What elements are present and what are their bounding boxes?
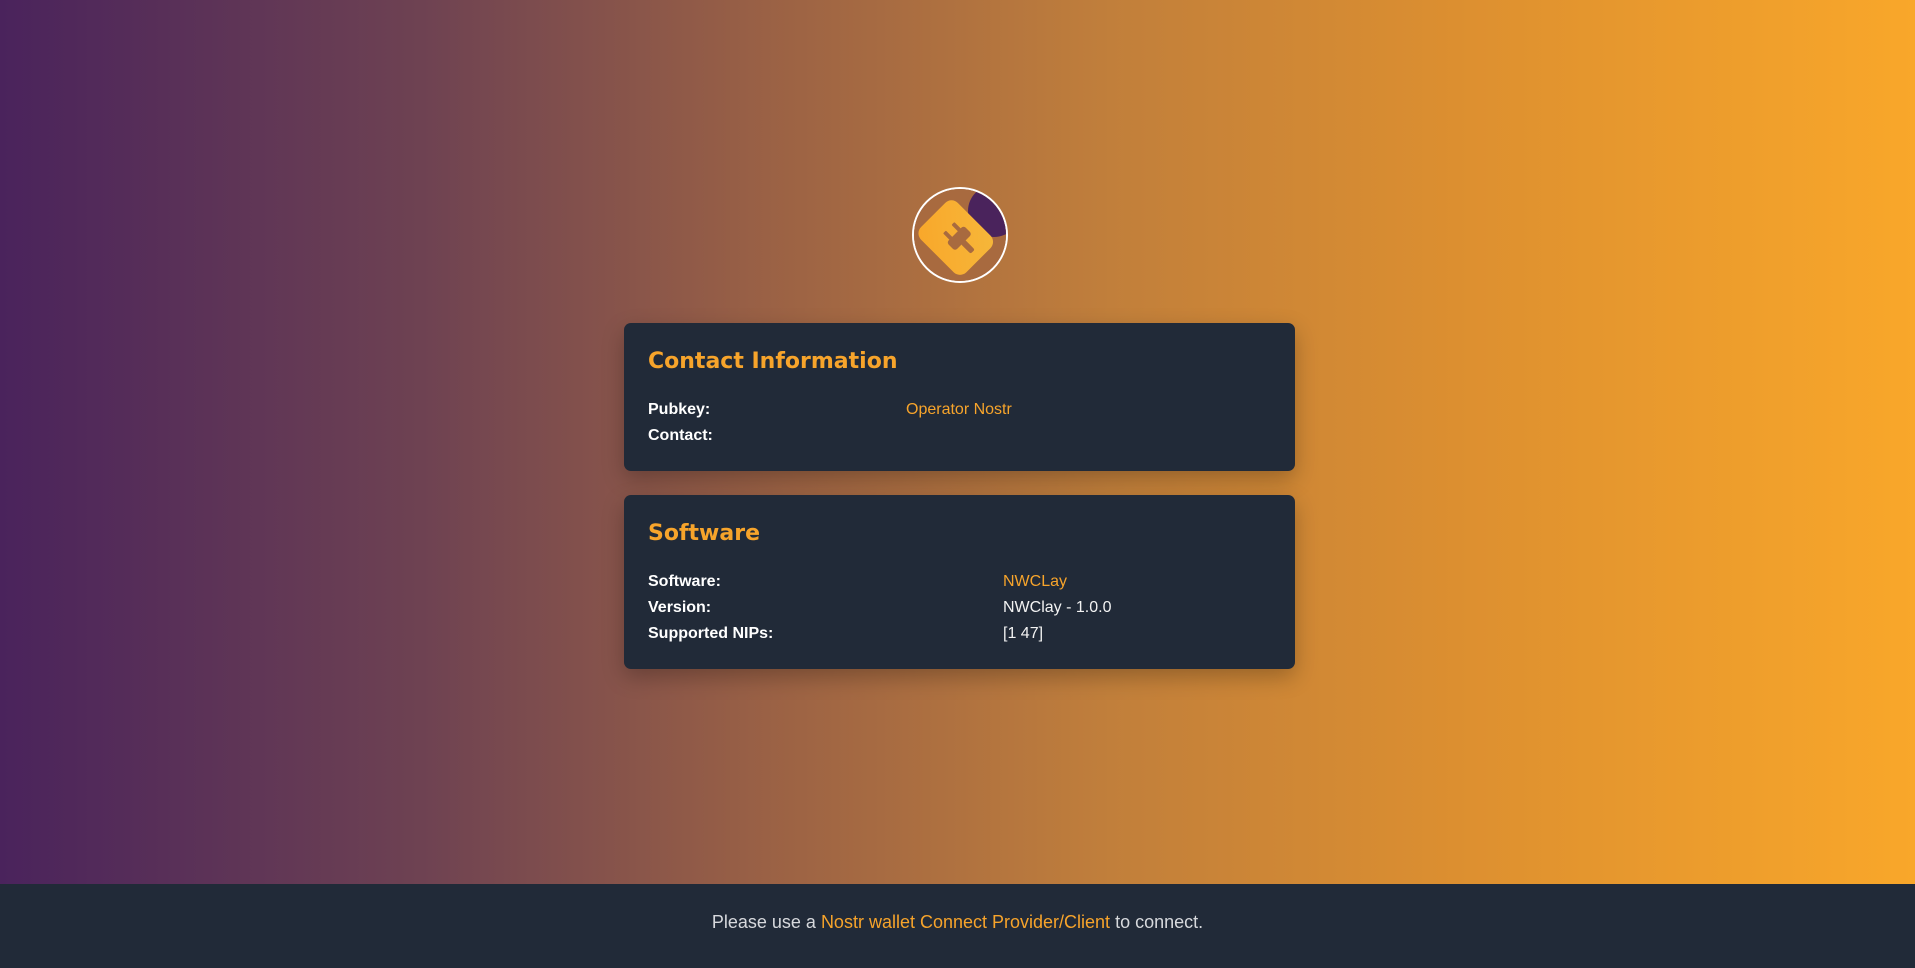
version-row: Version: NWClay - 1.0.0 bbox=[648, 595, 1271, 621]
contact-card-title: Contact Information bbox=[648, 349, 898, 374]
contact-information-card: Contact Information Pubkey: Operator Nos… bbox=[624, 323, 1295, 471]
main-area: Contact Information Pubkey: Operator Nos… bbox=[0, 0, 1915, 884]
software-label: Software: bbox=[648, 573, 721, 590]
supported-nips-row: Supported NIPs: [1 47] bbox=[648, 621, 1271, 647]
footer-prefix-text: Please use a bbox=[711, 912, 821, 932]
footer-suffix-text: to connect. bbox=[1110, 912, 1204, 932]
version-value: NWClay - 1.0.0 bbox=[1003, 599, 1112, 616]
footer: Please use a Nostr wallet Connect Provid… bbox=[0, 884, 1915, 968]
pubkey-row: Pubkey: Operator Nostr bbox=[648, 397, 1271, 423]
software-card-title: Software bbox=[648, 521, 760, 546]
pubkey-label: Pubkey: bbox=[648, 401, 711, 418]
contact-row: Contact: bbox=[648, 423, 1271, 449]
contact-label: Contact: bbox=[648, 427, 713, 444]
pubkey-link[interactable]: Operator Nostr bbox=[906, 397, 1012, 423]
version-label: Version: bbox=[648, 599, 712, 616]
nwc-provider-link[interactable]: Nostr wallet Connect Provider/Client bbox=[821, 912, 1110, 932]
supported-nips-label: Supported NIPs: bbox=[648, 625, 774, 642]
software-link[interactable]: NWCLay bbox=[1003, 569, 1067, 595]
plug-wallet-logo-icon bbox=[912, 187, 1008, 283]
supported-nips-value: [1 47] bbox=[1003, 625, 1044, 642]
software-row: Software: NWCLay bbox=[648, 569, 1271, 595]
software-card: Software Software: NWCLay Version: NWCla… bbox=[624, 495, 1295, 669]
